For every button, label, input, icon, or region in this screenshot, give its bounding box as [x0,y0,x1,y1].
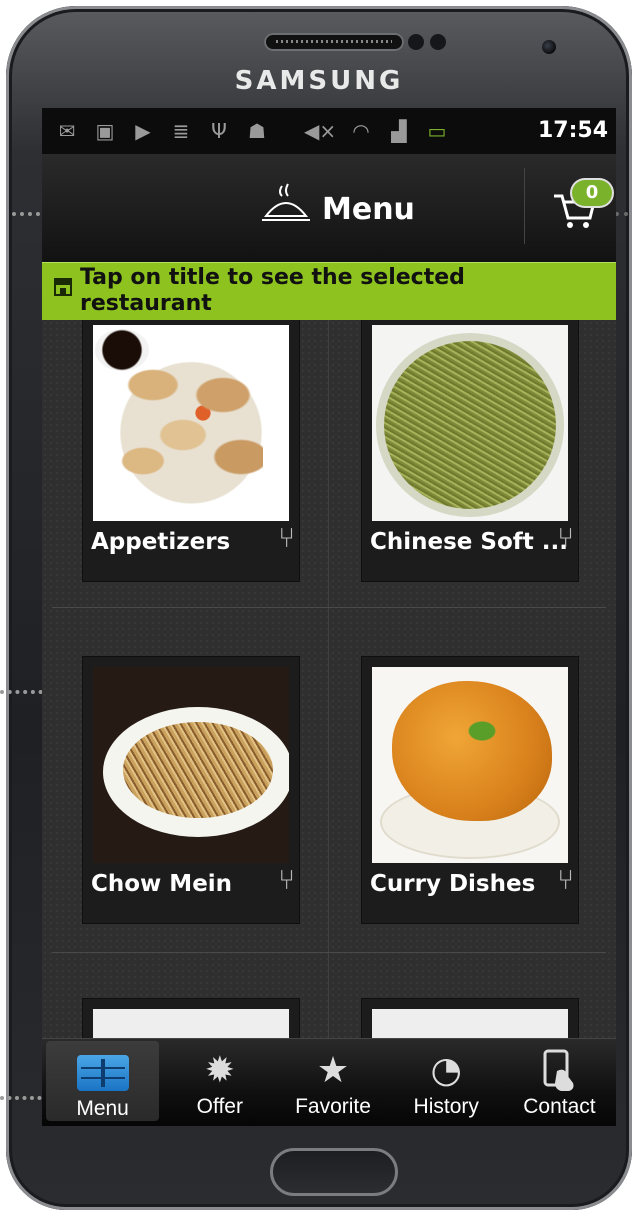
play-store-icon: ▶ [135,119,151,143]
tab-label: Favorite [295,1095,371,1118]
category-photo [93,1009,289,1038]
cart-button[interactable]: 0 [552,174,612,234]
light-sensor [430,34,446,50]
tab-history[interactable]: ◔ History [390,1039,503,1126]
category-label: Curry Dishes [370,871,536,897]
store-icon [52,275,74,303]
gmail-icon: ✉ [58,119,76,143]
device-brand-logo: SAMSUNG [234,66,404,96]
category-card-curry-dishes[interactable]: Curry Dishes ⑂ [361,656,579,924]
phone-screen: ✉ ▣ ▶ ≣ Ψ ☗ ◀× ◠ ▟ ▭ 17:54 Menu 0 Tap on… [42,108,616,1126]
category-label: Chinese Soft ... [370,529,568,555]
history-clock-icon: ◔ [430,1050,462,1091]
restaurant-hint-banner: Tap on title to see the selected restaur… [42,262,616,321]
tab-offer[interactable]: ✹ Offer [163,1039,276,1126]
status-time: 17:54 [537,118,608,143]
proximity-sensor [408,34,424,50]
page-title: Menu [322,191,415,227]
category-card-chow-mein[interactable]: Chow Mein ⑂ [82,656,300,924]
fork-icon: ⑂ [557,863,574,896]
wifi-icon: ◠ [352,119,370,143]
front-camera [542,40,556,54]
mute-icon: ◀× [304,119,337,143]
category-card-partial[interactable] [361,998,579,1038]
bottom-tab-bar: Menu ✹ Offer ★ Favorite ◔ History Contac… [42,1038,616,1126]
tab-menu[interactable]: Menu [46,1041,160,1121]
chinese-soft-noodles-photo [372,325,568,521]
banner-text: Tap on title to see the selected restaur… [80,265,465,316]
action-bar: Menu 0 [42,154,616,263]
category-card-appetizers[interactable]: Appetizers ⑂ [82,320,300,582]
chow-mein-photo [93,667,289,863]
grid-row-divider [52,607,606,608]
star-icon: ★ [316,1050,350,1091]
tab-favorite[interactable]: ★ Favorite [276,1039,389,1126]
fork-icon: ⑂ [557,521,574,554]
category-card-partial[interactable] [82,998,300,1038]
grid-row-divider [52,952,606,953]
home-button[interactable] [270,1148,398,1196]
cart-count-badge: 0 [572,180,612,206]
tab-contact[interactable]: Contact [503,1039,616,1126]
appetizers-photo [93,325,289,521]
action-bar-divider [524,168,525,244]
category-label: Chow Mein [91,871,233,897]
category-photo [372,1009,568,1038]
android-debug-icon: ☗ [248,119,266,143]
tab-label: Menu [76,1097,129,1120]
contact-phone-icon [503,1049,616,1093]
signal-icon: ▟ [391,119,407,143]
fork-icon: ⑂ [278,521,295,554]
serving-dish-icon [260,182,312,236]
menu-grid-icon [46,1051,159,1095]
tab-label: Offer [196,1095,243,1118]
curry-dishes-photo [372,667,568,863]
category-label: Appetizers [91,529,231,555]
usb-icon: Ψ [211,119,227,143]
action-bar-title[interactable]: Menu [260,182,415,236]
battery-icon: ▭ [427,119,447,143]
category-card-chinese-soft-noodles[interactable]: Chinese Soft ... ⑂ [361,320,579,582]
fork-icon: ⑂ [278,863,295,896]
chat-icon: ▣ [95,119,115,143]
tab-label: History [413,1095,479,1118]
no-signal-icon: ≣ [172,119,190,143]
menu-category-grid: Appetizers ⑂ Chinese Soft ... ⑂ Chow Mei… [42,320,616,1038]
grid-column-divider [328,320,329,1038]
earpiece-speaker [264,33,404,51]
starburst-icon: ✹ [204,1050,235,1091]
tab-label: Contact [523,1095,596,1118]
status-bar: ✉ ▣ ▶ ≣ Ψ ☗ ◀× ◠ ▟ ▭ 17:54 [42,108,616,154]
